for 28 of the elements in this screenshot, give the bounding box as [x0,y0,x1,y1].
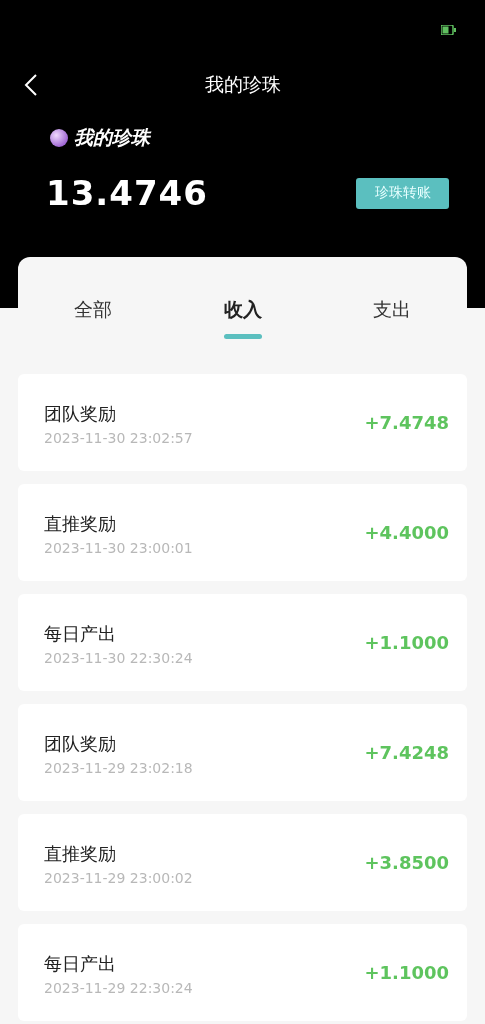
record-title: 每日产出 [44,621,117,646]
record-time: 2023-11-30 22:30:24 [44,649,193,666]
tab[interactable]: 收入 [223,297,262,323]
record-time: 2023-11-29 23:02:18 [44,759,193,776]
record-time: 2023-11-29 22:30:24 [44,979,193,996]
back-icon[interactable] [24,73,38,97]
record-title: 团队奖励 [44,401,117,426]
record-amount: +1.1000 [364,962,449,983]
tab[interactable]: 支出 [373,297,412,323]
record-time: 2023-11-30 23:00:01 [44,539,193,556]
record-title: 每日产出 [44,951,117,976]
record-title: 团队奖励 [44,731,117,756]
record-title: 直推奖励 [44,511,117,536]
balance-amount: 13.4746 [46,173,208,213]
record-title: 直推奖励 [44,841,117,866]
record-amount: +4.4000 [364,522,449,543]
balance-label: 我的珍珠 [74,125,150,150]
page-title: 我的珍珠 [204,72,281,97]
record-time: 2023-11-29 23:00:02 [44,869,193,886]
record-amount: +3.8500 [364,852,449,873]
tab-indicator [223,334,262,339]
tab[interactable]: 全部 [73,297,112,323]
record-amount: +7.4748 [364,412,449,433]
record-amount: +1.1000 [364,632,449,653]
battery-icon [441,25,457,35]
pearl-icon [50,129,68,147]
record-amount: +7.4248 [364,742,449,763]
record-time: 2023-11-30 23:02:57 [44,429,193,446]
